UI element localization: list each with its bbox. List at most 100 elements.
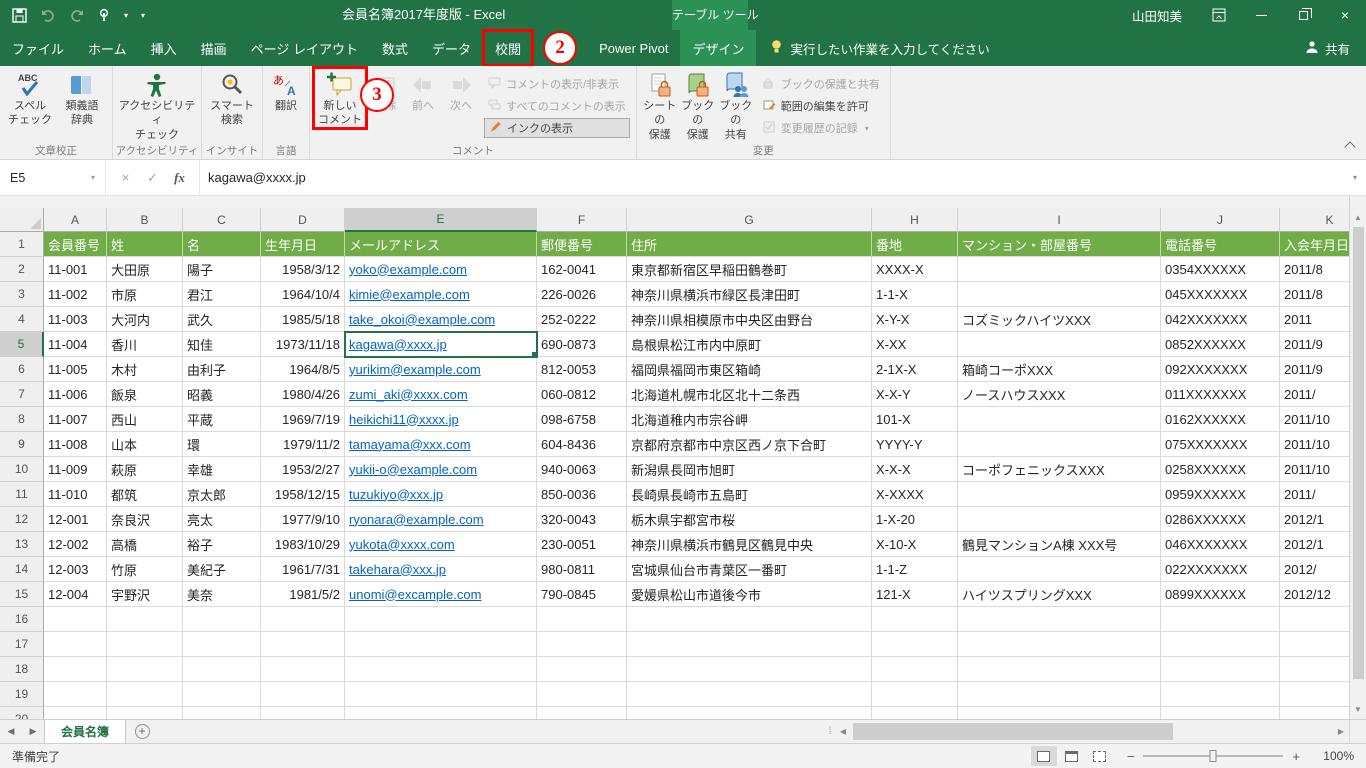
zoom-percentage[interactable]: 100%: [1314, 749, 1354, 763]
cell-J10[interactable]: 0258XXXXXX: [1161, 457, 1280, 482]
cell-D15[interactable]: 1981/5/2: [261, 582, 345, 607]
show-all-comments-button[interactable]: すべてのコメントの表示: [484, 96, 630, 116]
cell-E6[interactable]: yurikim@example.com: [345, 357, 537, 382]
cell-G20[interactable]: [627, 707, 872, 719]
cell-K10[interactable]: 2011/10: [1280, 457, 1349, 482]
cell-J18[interactable]: [1161, 657, 1280, 682]
email-link[interactable]: yoko@example.com: [349, 262, 467, 277]
cell-A12[interactable]: 12-001: [44, 507, 107, 532]
cell-J12[interactable]: 0286XXXXXX: [1161, 507, 1280, 532]
cell-G2[interactable]: 東京都新宿区早稲田鶴巻町: [627, 257, 872, 282]
cell-E16[interactable]: [345, 607, 537, 632]
cell-F12[interactable]: 320-0043: [537, 507, 627, 532]
formula-bar-expand-icon[interactable]: ▾: [1344, 160, 1366, 195]
cell-H6[interactable]: 2-1X-X: [872, 357, 958, 382]
select-all-corner[interactable]: [0, 208, 44, 232]
ribbon-tab-page-layout[interactable]: ページ レイアウト: [239, 30, 370, 66]
cell-A19[interactable]: [44, 682, 107, 707]
row-header-1[interactable]: 1: [0, 232, 44, 257]
cell-A20[interactable]: [44, 707, 107, 719]
cell-F13[interactable]: 230-0051: [537, 532, 627, 557]
cell-I18[interactable]: [958, 657, 1161, 682]
cell-K6[interactable]: 2011/9: [1280, 357, 1349, 382]
cell-K17[interactable]: [1280, 632, 1349, 657]
spell-check-button[interactable]: ABC スペル チェック: [4, 68, 56, 128]
cell-B1[interactable]: 姓: [107, 232, 183, 257]
zoom-in-icon[interactable]: +: [1292, 749, 1300, 764]
column-header-C[interactable]: C: [183, 208, 261, 232]
cell-K15[interactable]: 2012/12: [1280, 582, 1349, 607]
row-header-16[interactable]: 16: [0, 607, 44, 632]
formula-input[interactable]: kagawa@xxxx.jp: [200, 160, 1344, 195]
cell-B12[interactable]: 奈良沢: [107, 507, 183, 532]
cell-D6[interactable]: 1964/8/5: [261, 357, 345, 382]
cell-E12[interactable]: ryonara@example.com: [345, 507, 537, 532]
email-link[interactable]: yukota@xxxx.com: [349, 537, 455, 552]
cell-G17[interactable]: [627, 632, 872, 657]
cell-H17[interactable]: [872, 632, 958, 657]
redo-icon[interactable]: [69, 8, 85, 22]
cell-K2[interactable]: 2011/8: [1280, 257, 1349, 282]
cell-G4[interactable]: 神奈川県相模原市中央区由野台: [627, 307, 872, 332]
undo-icon[interactable]: [40, 8, 56, 22]
cell-K20[interactable]: [1280, 707, 1349, 719]
cell-B8[interactable]: 西山: [107, 407, 183, 432]
cell-C11[interactable]: 京太郎: [183, 482, 261, 507]
cell-A11[interactable]: 11-010: [44, 482, 107, 507]
ribbon-tab-data[interactable]: データ: [420, 30, 483, 66]
cell-D12[interactable]: 1977/9/10: [261, 507, 345, 532]
cell-I10[interactable]: コーポフェニックスXXX: [958, 457, 1161, 482]
cell-C19[interactable]: [183, 682, 261, 707]
cell-H8[interactable]: 101-X: [872, 407, 958, 432]
cell-B18[interactable]: [107, 657, 183, 682]
cell-B7[interactable]: 飯泉: [107, 382, 183, 407]
cell-J2[interactable]: 0354XXXXXX: [1161, 257, 1280, 282]
column-header-A[interactable]: A: [44, 208, 107, 232]
cell-H2[interactable]: XXXX-X: [872, 257, 958, 282]
email-link[interactable]: yukii-o@example.com: [349, 462, 477, 477]
cell-G14[interactable]: 宮城県仙台市青葉区一番町: [627, 557, 872, 582]
cell-K11[interactable]: 2011/: [1280, 482, 1349, 507]
cell-G1[interactable]: 住所: [627, 232, 872, 257]
cell-E10[interactable]: yukii-o@example.com: [345, 457, 537, 482]
cell-K1[interactable]: 入会年月日: [1280, 232, 1349, 257]
row-header-11[interactable]: 11: [0, 482, 44, 507]
cell-C5[interactable]: 知佳: [183, 332, 261, 357]
cell-K16[interactable]: [1280, 607, 1349, 632]
accessibility-check-button[interactable]: アクセシビリティ チェック: [117, 68, 197, 142]
cell-A5[interactable]: 11-004: [44, 332, 107, 357]
row-header-5[interactable]: 5: [0, 332, 44, 357]
cell-E18[interactable]: [345, 657, 537, 682]
track-changes-button[interactable]: 変更履歴の記録 ▾: [759, 118, 884, 138]
cell-H14[interactable]: 1-1-Z: [872, 557, 958, 582]
cell-A9[interactable]: 11-008: [44, 432, 107, 457]
email-link[interactable]: unomi@excample.com: [349, 587, 481, 602]
cell-A2[interactable]: 11-001: [44, 257, 107, 282]
cell-H15[interactable]: 121-X: [872, 582, 958, 607]
cell-B14[interactable]: 竹原: [107, 557, 183, 582]
cell-K3[interactable]: 2011/8: [1280, 282, 1349, 307]
cell-I19[interactable]: [958, 682, 1161, 707]
cell-A15[interactable]: 12-004: [44, 582, 107, 607]
cell-J7[interactable]: 011XXXXXXX: [1161, 382, 1280, 407]
cell-B11[interactable]: 都筑: [107, 482, 183, 507]
cell-G12[interactable]: 栃木県宇都宮市桜: [627, 507, 872, 532]
ribbon-display-options-icon[interactable]: [1198, 0, 1240, 30]
cell-K4[interactable]: 2011: [1280, 307, 1349, 332]
vertical-scroll-thumb[interactable]: [1352, 227, 1364, 679]
cell-E9[interactable]: tamayama@xxx.com: [345, 432, 537, 457]
touch-mode-icon[interactable]: [98, 8, 111, 22]
cell-F3[interactable]: 226-0026: [537, 282, 627, 307]
cell-E1[interactable]: メールアドレス: [345, 232, 537, 257]
cell-C8[interactable]: 平蔵: [183, 407, 261, 432]
new-sheet-button[interactable]: +: [126, 720, 158, 743]
row-header-9[interactable]: 9: [0, 432, 44, 457]
close-button[interactable]: ×: [1324, 0, 1366, 30]
cell-E17[interactable]: [345, 632, 537, 657]
allow-edit-ranges-button[interactable]: 範囲の編集を許可: [759, 96, 884, 116]
cell-F15[interactable]: 790-0845: [537, 582, 627, 607]
zoom-slider-thumb[interactable]: [1209, 750, 1217, 762]
ribbon-tab-draw[interactable]: 描画: [189, 30, 239, 66]
page-layout-view-button[interactable]: [1059, 746, 1085, 766]
cell-D17[interactable]: [261, 632, 345, 657]
